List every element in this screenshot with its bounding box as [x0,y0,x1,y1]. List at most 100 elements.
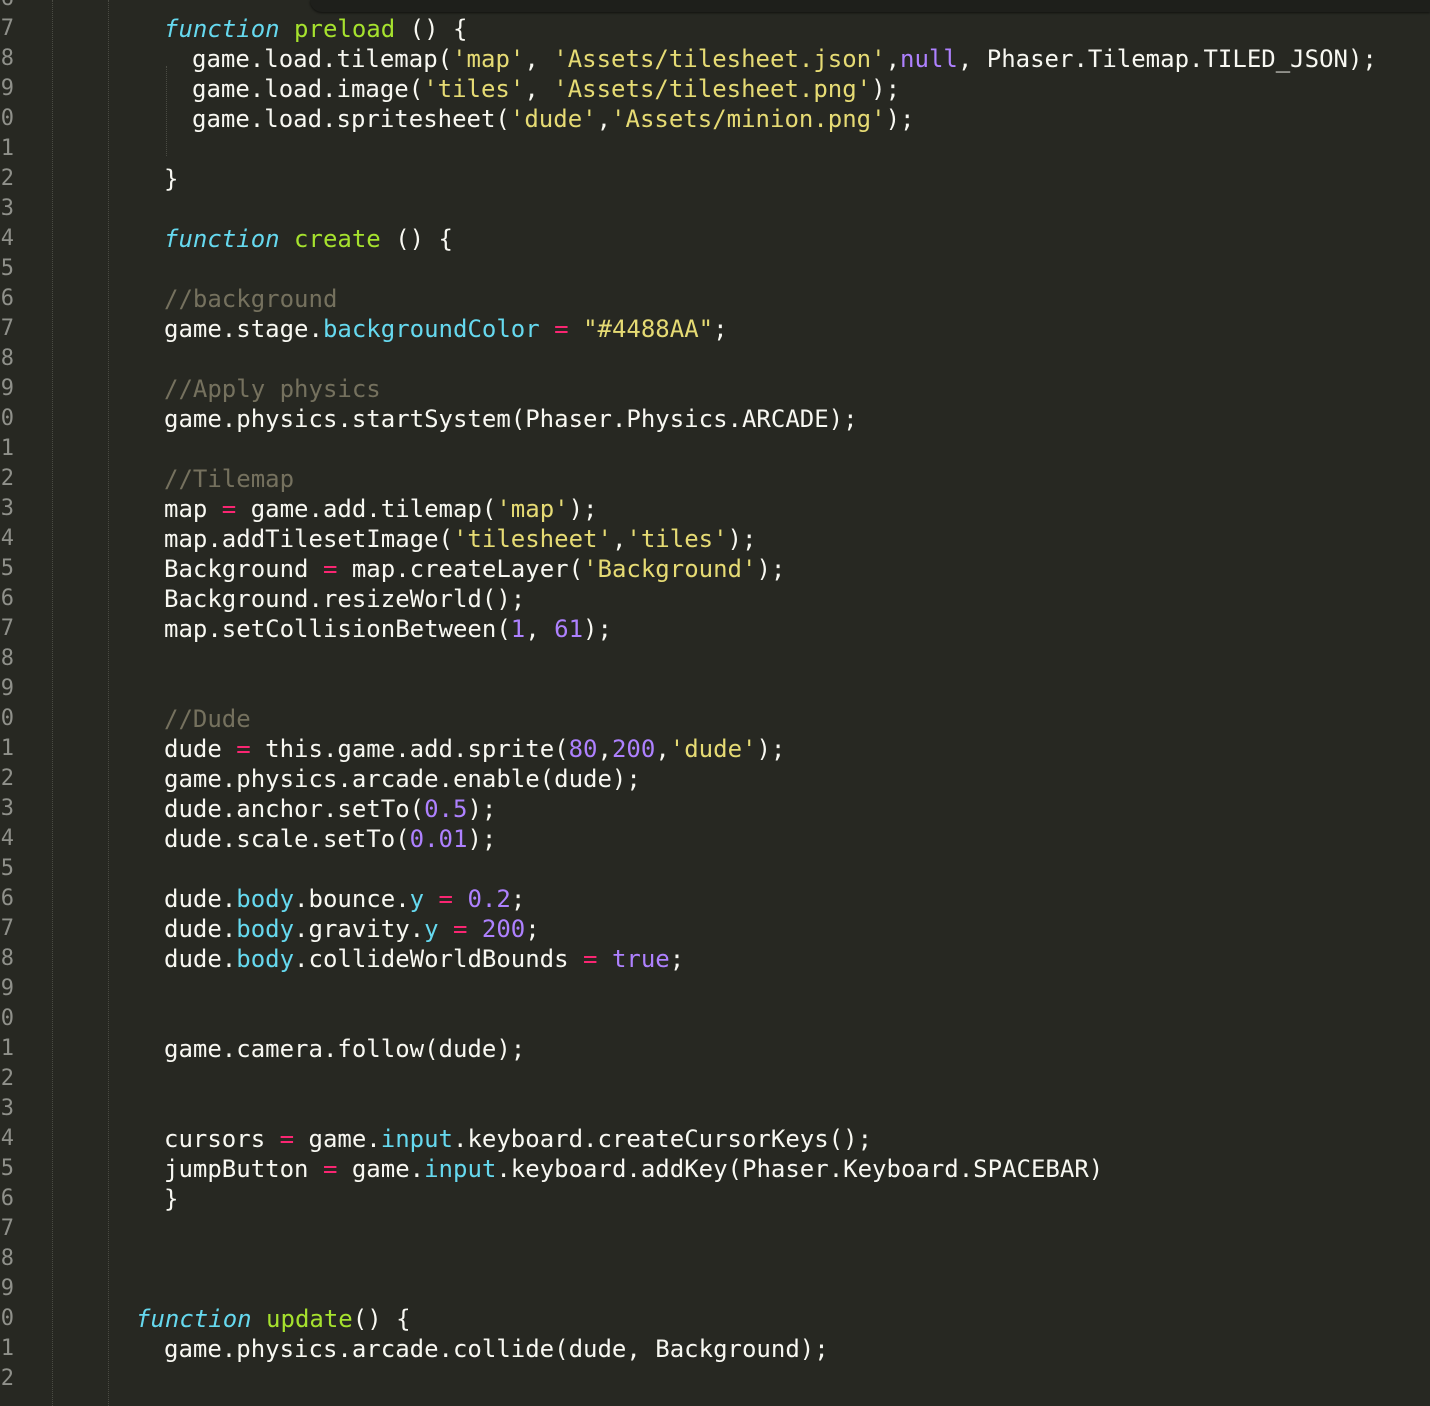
code-token: game.physics.arcade.collide(dude, Backgr… [164,1335,829,1363]
code-token: 'map' [452,45,525,73]
code-token: dude.scale.setTo( [164,825,410,853]
code-token: () { [395,15,468,43]
code-line[interactable]: } [164,164,178,194]
code-token: 'dude' [669,735,757,763]
code-token: preload [294,15,396,43]
code-token: 'Background' [583,555,757,583]
code-line[interactable]: game.load.image('tiles', 'Assets/tileshe… [192,74,900,104]
code-token: 0.01 [409,825,468,853]
code-token: = [583,945,598,973]
code-token: 200 [611,735,656,763]
code-line[interactable]: Background.resizeWorld(); [164,584,525,614]
code-token: //Tilemap [164,465,295,493]
code-token: .keyboard.createCursorKeys(); [453,1125,873,1153]
code-token: , [596,105,612,133]
code-editor[interactable]: function preload () {game.load.tilemap('… [0,0,1430,1406]
code-line[interactable]: game.load.spritesheet('dude','Assets/min… [192,104,915,134]
code-token: ); [885,105,915,133]
code-token: game.camera.follow(dude); [164,1035,526,1063]
code-token: ); [727,525,757,553]
code-token: } [164,1185,179,1213]
code-token: 1 [510,615,526,643]
code-line[interactable]: //Dude [164,704,251,734]
code-token: input [424,1155,497,1183]
code-token: = [453,915,468,943]
code-token: ; [713,315,728,343]
code-token: Background [164,555,323,583]
code-token: map.createLayer( [337,555,584,583]
code-line[interactable]: dude = this.game.add.sprite(80,200,'dude… [164,734,785,764]
code-token: = [554,315,569,343]
code-token: null [900,45,958,73]
code-token: game.load.tilemap( [192,45,453,73]
code-line[interactable]: function preload () { [164,14,467,44]
code-token: () { [352,1305,411,1333]
code-token: = [279,1125,295,1153]
code-line[interactable]: dude.body.gravity.y = 200; [164,914,540,944]
code-token: 0.5 [424,795,468,823]
code-token: 200 [481,915,526,943]
code-token: .collideWorldBounds [294,945,584,973]
code-line[interactable]: //Apply physics [164,374,381,404]
code-token: //Apply physics [164,375,381,403]
code-line[interactable]: jumpButton = game.input.keyboard.addKey(… [164,1154,1103,1184]
code-line[interactable]: map.setCollisionBetween(1, 61); [164,614,612,644]
code-token: //Dude [164,705,251,733]
code-token: = [438,885,453,913]
code-line[interactable]: dude.body.collideWorldBounds = true; [164,944,684,974]
code-token: 'tiles' [626,525,728,553]
code-token: 'tilesheet' [452,525,612,553]
code-line[interactable]: Background = map.createLayer('Background… [164,554,785,584]
code-line[interactable]: game.camera.follow(dude); [164,1034,525,1064]
code-line[interactable]: game.physics.arcade.collide(dude, Backgr… [164,1334,829,1364]
code-line[interactable]: function create () { [164,224,453,254]
code-token: body [236,915,295,943]
code-line[interactable]: dude.anchor.setTo(0.5); [164,794,496,824]
code-token: function [164,225,280,253]
code-line[interactable]: cursors = game.input.keyboard.createCurs… [164,1124,872,1154]
code-line[interactable]: function update() { [136,1304,411,1334]
code-token: ); [756,735,786,763]
code-line[interactable]: } [164,1184,178,1214]
code-token: .gravity. [294,915,425,943]
code-line[interactable]: map = game.add.tilemap('map'); [164,494,598,524]
code-token: dude. [164,945,237,973]
code-token: game.load.image( [192,75,424,103]
code-token: map.addTilesetImage( [164,525,453,553]
code-line[interactable]: //background [164,284,337,314]
code-token: "#4488AA" [583,315,714,343]
code-line[interactable]: dude.scale.setTo(0.01); [164,824,496,854]
code-token: ; [525,915,540,943]
code-token: 'dude' [509,105,597,133]
code-token: y [424,915,439,943]
code-line[interactable]: game.stage.backgroundColor = "#4488AA"; [164,314,728,344]
code-line[interactable]: game.physics.startSystem(Phaser.Physics.… [164,404,858,434]
code-line[interactable]: //Tilemap [164,464,294,494]
code-token: ; [510,885,526,913]
code-token: = [322,1155,338,1183]
code-line[interactable]: dude.body.bounce.y = 0.2; [164,884,525,914]
code-line[interactable]: map.addTilesetImage('tilesheet','tiles')… [164,524,756,554]
code-token: 'map' [496,495,569,523]
code-token: = [236,735,251,763]
code-token: function [164,15,280,43]
code-token: Background.resizeWorld(); [164,585,526,613]
code-token: game.physics.arcade.enable(dude); [164,765,641,793]
code-token: , [611,525,627,553]
code-token: body [236,945,295,973]
code-token: , Phaser.Tilemap.TILED_JSON); [957,45,1377,73]
code-line[interactable]: game.physics.arcade.enable(dude); [164,764,641,794]
code-token: dude.anchor.setTo( [164,795,425,823]
code-token: 61 [554,615,584,643]
code-line[interactable]: game.load.tilemap('map', 'Assets/tileshe… [192,44,1377,74]
code-token: backgroundColor [322,315,540,343]
code-token: , [524,45,554,73]
